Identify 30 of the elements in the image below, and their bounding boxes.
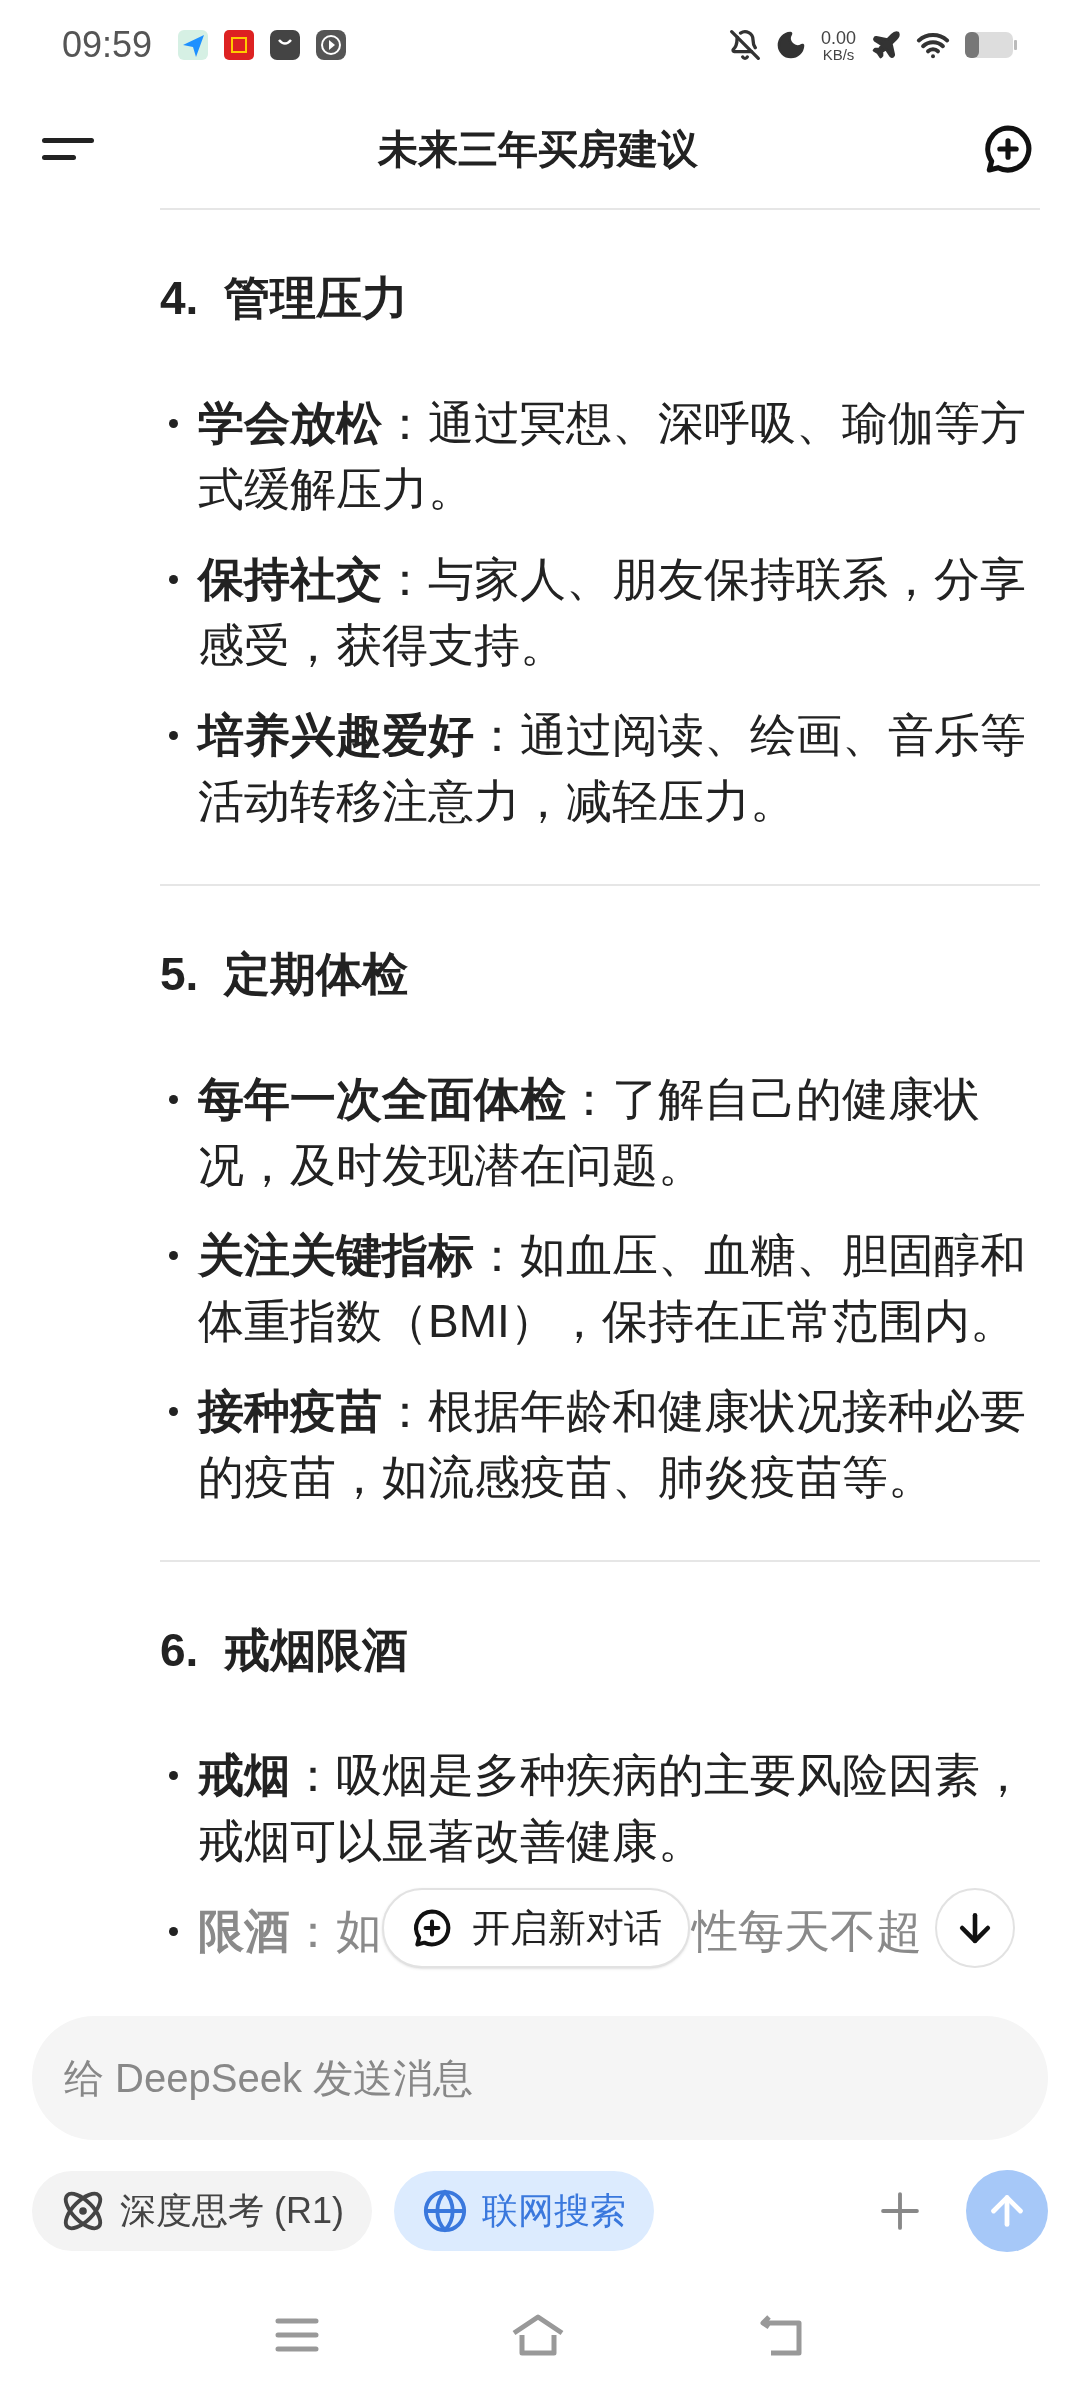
net-unit: KB/s bbox=[822, 46, 855, 62]
bullet-text: 培养兴趣爱好：通过阅读、绘画、音乐等活动转移注意力，减轻压力。 bbox=[198, 708, 1027, 829]
chat-title: 未来三年买房建议 bbox=[378, 126, 698, 173]
bullet-text: 每年一次全面体检：了解自己的健康状况，及时发现潜在问题。 bbox=[198, 1072, 981, 1193]
app-icon bbox=[224, 30, 255, 60]
net-speed: 0.00 bbox=[820, 28, 856, 47]
home-icon[interactable] bbox=[510, 2313, 566, 2357]
play-icon bbox=[316, 30, 347, 60]
bullet-text: 保持社交：与家人、朋友保持联系，分享感受，获得支持。 bbox=[198, 552, 1027, 673]
bullet-text: 接种疫苗：根据年龄和健康状况接种必要的疫苗，如流感疫苗、肺炎疫苗等。 bbox=[198, 1384, 1027, 1505]
menu-icon[interactable] bbox=[275, 2317, 320, 2353]
new-chat-pill[interactable]: 开启新对话 bbox=[382, 1888, 690, 1968]
mode-toggle[interactable]: 联网搜索 bbox=[394, 2171, 654, 2251]
mode-toggle[interactable]: 深度思考 (R1) bbox=[32, 2171, 372, 2251]
bullet-text: 戒烟：吸烟是多种疾病的主要风险因素，戒烟可以显著改善健康。 bbox=[198, 1748, 1027, 1869]
bullet-text: 关注关键指标：如血压、血糖、胆固醇和体重指数（BMI），保持在正常范围内。 bbox=[198, 1228, 1027, 1349]
section-heading: 5. 定期体检 bbox=[160, 947, 409, 1002]
send-app-icon bbox=[178, 30, 209, 60]
bag-icon bbox=[270, 30, 301, 60]
mute-icon bbox=[728, 29, 761, 61]
globe-icon bbox=[422, 2188, 468, 2234]
bullet-text: 学会放松：通过冥想、深呼吸、瑜伽等方式缓解压力。 bbox=[198, 396, 1027, 517]
bullet-text: 性每天不超 bbox=[692, 1904, 922, 1959]
section-heading: 6. 戒烟限酒 bbox=[160, 1623, 409, 1678]
status-time: 09:59 bbox=[62, 23, 153, 67]
battery-icon bbox=[964, 31, 1018, 59]
message-field[interactable]: 给 DeepSeek 发送消息 bbox=[32, 2016, 1048, 2140]
section-heading: 4. 管理压力 bbox=[160, 271, 409, 326]
bullet-text: 限酒：如 bbox=[198, 1904, 382, 1959]
airplane-icon bbox=[870, 29, 902, 61]
